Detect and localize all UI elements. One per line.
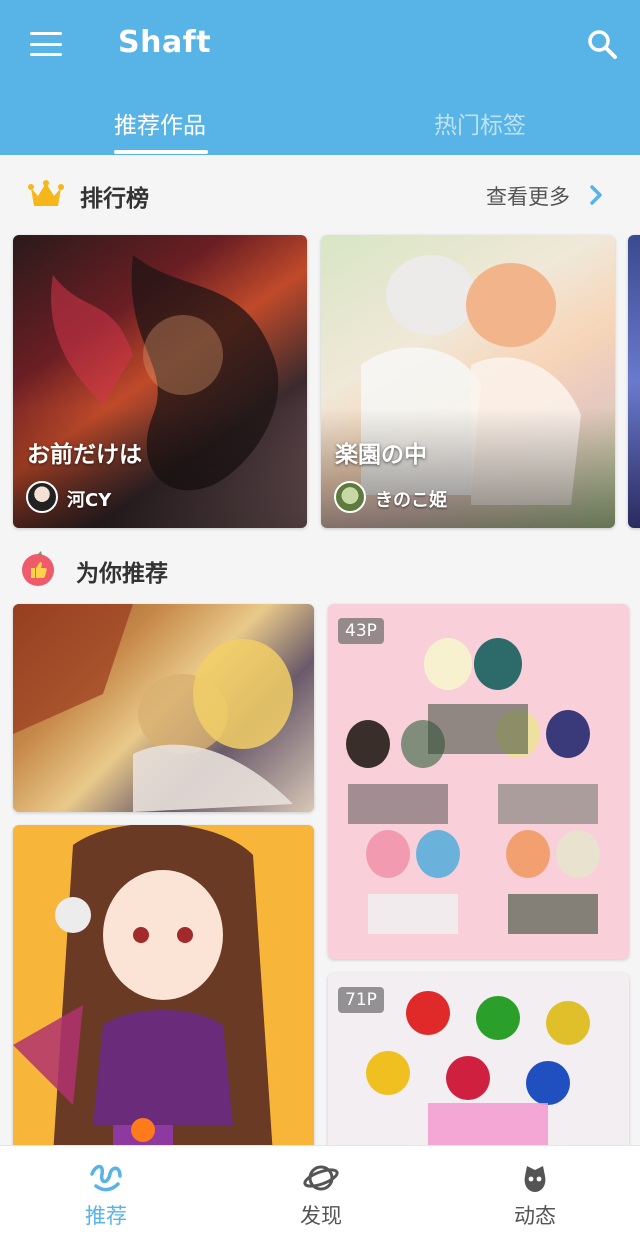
- tab-hot-tags[interactable]: 热门标签: [430, 106, 530, 155]
- ranking-title: 排行榜: [80, 186, 149, 212]
- crown-icon: [28, 180, 64, 206]
- ranking-card-title: お前だけは: [27, 442, 142, 468]
- thumbs-up-icon: [22, 551, 54, 586]
- recommend-card[interactable]: [13, 604, 314, 812]
- nav-label: 推荐: [85, 1204, 127, 1228]
- ranking-card-author: きのこ姫: [375, 490, 447, 511]
- tab-recommended-works[interactable]: 推荐作品: [110, 106, 210, 155]
- recommend-card[interactable]: [13, 825, 314, 1155]
- nav-label: 动态: [514, 1204, 556, 1228]
- ranking-card-author: 河CY: [67, 490, 112, 511]
- page-count-badge: 71P: [338, 987, 384, 1013]
- ranking-card-title: 楽園の中: [335, 442, 427, 468]
- app-title: Shaft: [118, 25, 212, 60]
- app-bar: Shaft 推荐作品 热门标签: [0, 0, 640, 155]
- view-more-link[interactable]: 查看更多: [486, 181, 570, 211]
- ranking-header: 排行榜 查看更多: [0, 165, 640, 225]
- recommend-icon: [90, 1164, 122, 1192]
- bottom-nav: 推荐 发现 动态: [0, 1145, 640, 1237]
- avatar: [26, 481, 58, 513]
- search-icon[interactable]: [586, 28, 618, 60]
- ranking-card[interactable]: 楽園の中 きのこ姫: [321, 235, 615, 528]
- menu-icon[interactable]: [30, 32, 62, 56]
- avatar: [334, 481, 366, 513]
- chevron-right-icon[interactable]: [588, 183, 604, 207]
- page-count-badge: 43P: [338, 618, 384, 644]
- nav-item-feed[interactable]: 动态: [455, 1146, 615, 1237]
- nav-label: 发现: [300, 1204, 342, 1228]
- recommend-card[interactable]: 43P: [328, 604, 629, 959]
- artwork-image: [346, 638, 600, 934]
- ranking-card[interactable]: お前だけは 河CY: [13, 235, 307, 528]
- feed-icon: [524, 1166, 546, 1192]
- nav-item-discover[interactable]: 发现: [241, 1146, 401, 1237]
- nav-item-recommend[interactable]: 推荐: [26, 1146, 186, 1237]
- artwork-image: [13, 604, 293, 812]
- recommend-header: 为你推荐: [0, 540, 640, 600]
- ranking-card[interactable]: [628, 235, 640, 528]
- planet-icon: [303, 1165, 339, 1191]
- tab-indicator: [114, 150, 208, 154]
- recommend-title: 为你推荐: [76, 561, 168, 587]
- artwork-image: [13, 825, 273, 1155]
- recommend-card[interactable]: 71P: [328, 973, 629, 1153]
